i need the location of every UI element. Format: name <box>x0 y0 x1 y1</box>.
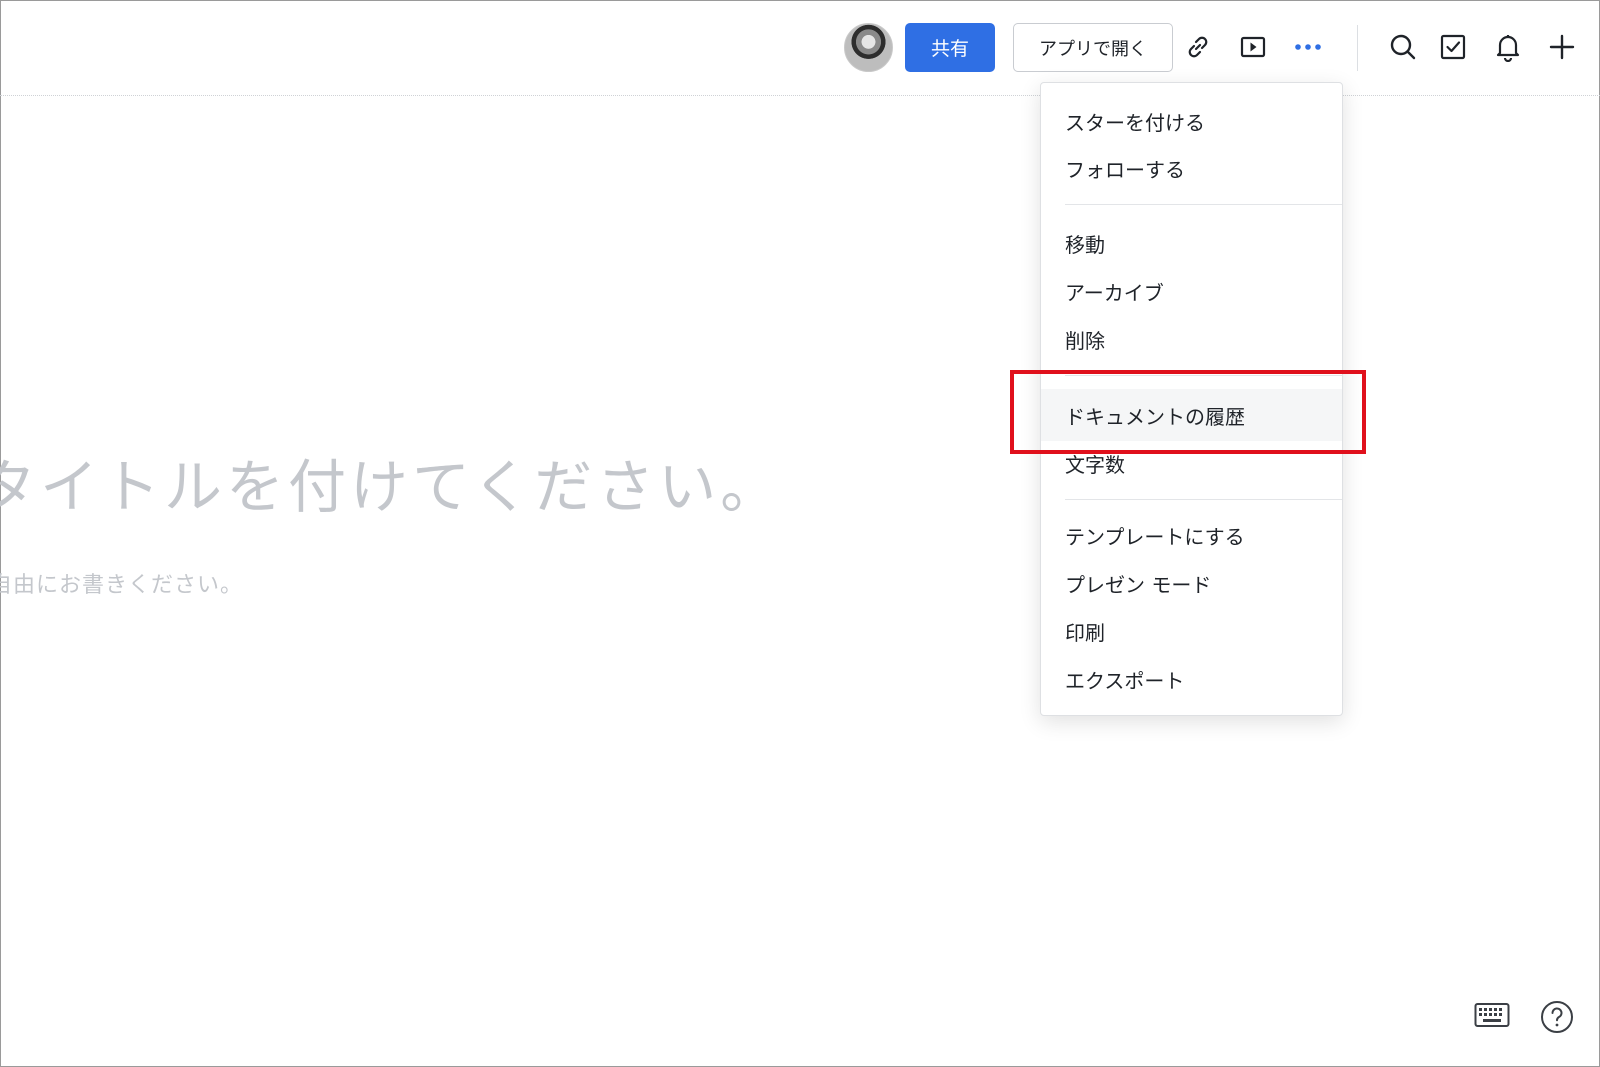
menu-item-delete[interactable]: 削除 <box>1041 317 1342 361</box>
menu-item-make-template[interactable]: テンプレートにする <box>1041 513 1342 557</box>
menu-item-archive[interactable]: アーカイブ <box>1041 269 1342 313</box>
menu-divider <box>1065 375 1342 376</box>
toolbar-separator <box>1357 25 1358 71</box>
menu-item-move[interactable]: 移動 <box>1041 221 1342 265</box>
more-icon[interactable] <box>1290 29 1326 65</box>
menu-item-word-count[interactable]: 文字数 <box>1041 441 1342 485</box>
header-divider <box>0 95 1600 96</box>
user-avatar[interactable] <box>844 23 893 72</box>
document-title-placeholder[interactable]: タイトルを付けてください。 <box>0 440 782 524</box>
open-in-app-button[interactable]: アプリで開く <box>1013 23 1173 72</box>
menu-divider <box>1065 499 1342 500</box>
window-frame <box>0 0 1600 1067</box>
keyboard-icon[interactable] <box>1474 1002 1510 1032</box>
search-icon[interactable] <box>1385 29 1421 65</box>
plus-icon[interactable] <box>1544 29 1580 65</box>
menu-item-star[interactable]: スターを付ける <box>1041 99 1342 143</box>
menu-item-print[interactable]: 印刷 <box>1041 609 1342 653</box>
more-menu: スターを付ける フォローする 移動 アーカイブ 削除 ドキュメントの履歴 文字数… <box>1040 82 1343 716</box>
task-icon[interactable] <box>1435 29 1471 65</box>
menu-item-presentation-mode[interactable]: プレゼン モード <box>1041 561 1342 605</box>
bell-icon[interactable] <box>1490 29 1526 65</box>
present-icon[interactable] <box>1235 29 1271 65</box>
document-body-placeholder[interactable]: 自由にお書きください。 <box>0 567 243 599</box>
menu-divider <box>1065 204 1342 205</box>
help-icon[interactable] <box>1540 1000 1574 1038</box>
menu-item-document-history[interactable]: ドキュメントの履歴 <box>1041 389 1342 441</box>
menu-item-follow[interactable]: フォローする <box>1041 146 1342 190</box>
menu-item-export[interactable]: エクスポート <box>1041 657 1342 701</box>
link-icon[interactable] <box>1180 29 1216 65</box>
share-button[interactable]: 共有 <box>905 23 995 72</box>
